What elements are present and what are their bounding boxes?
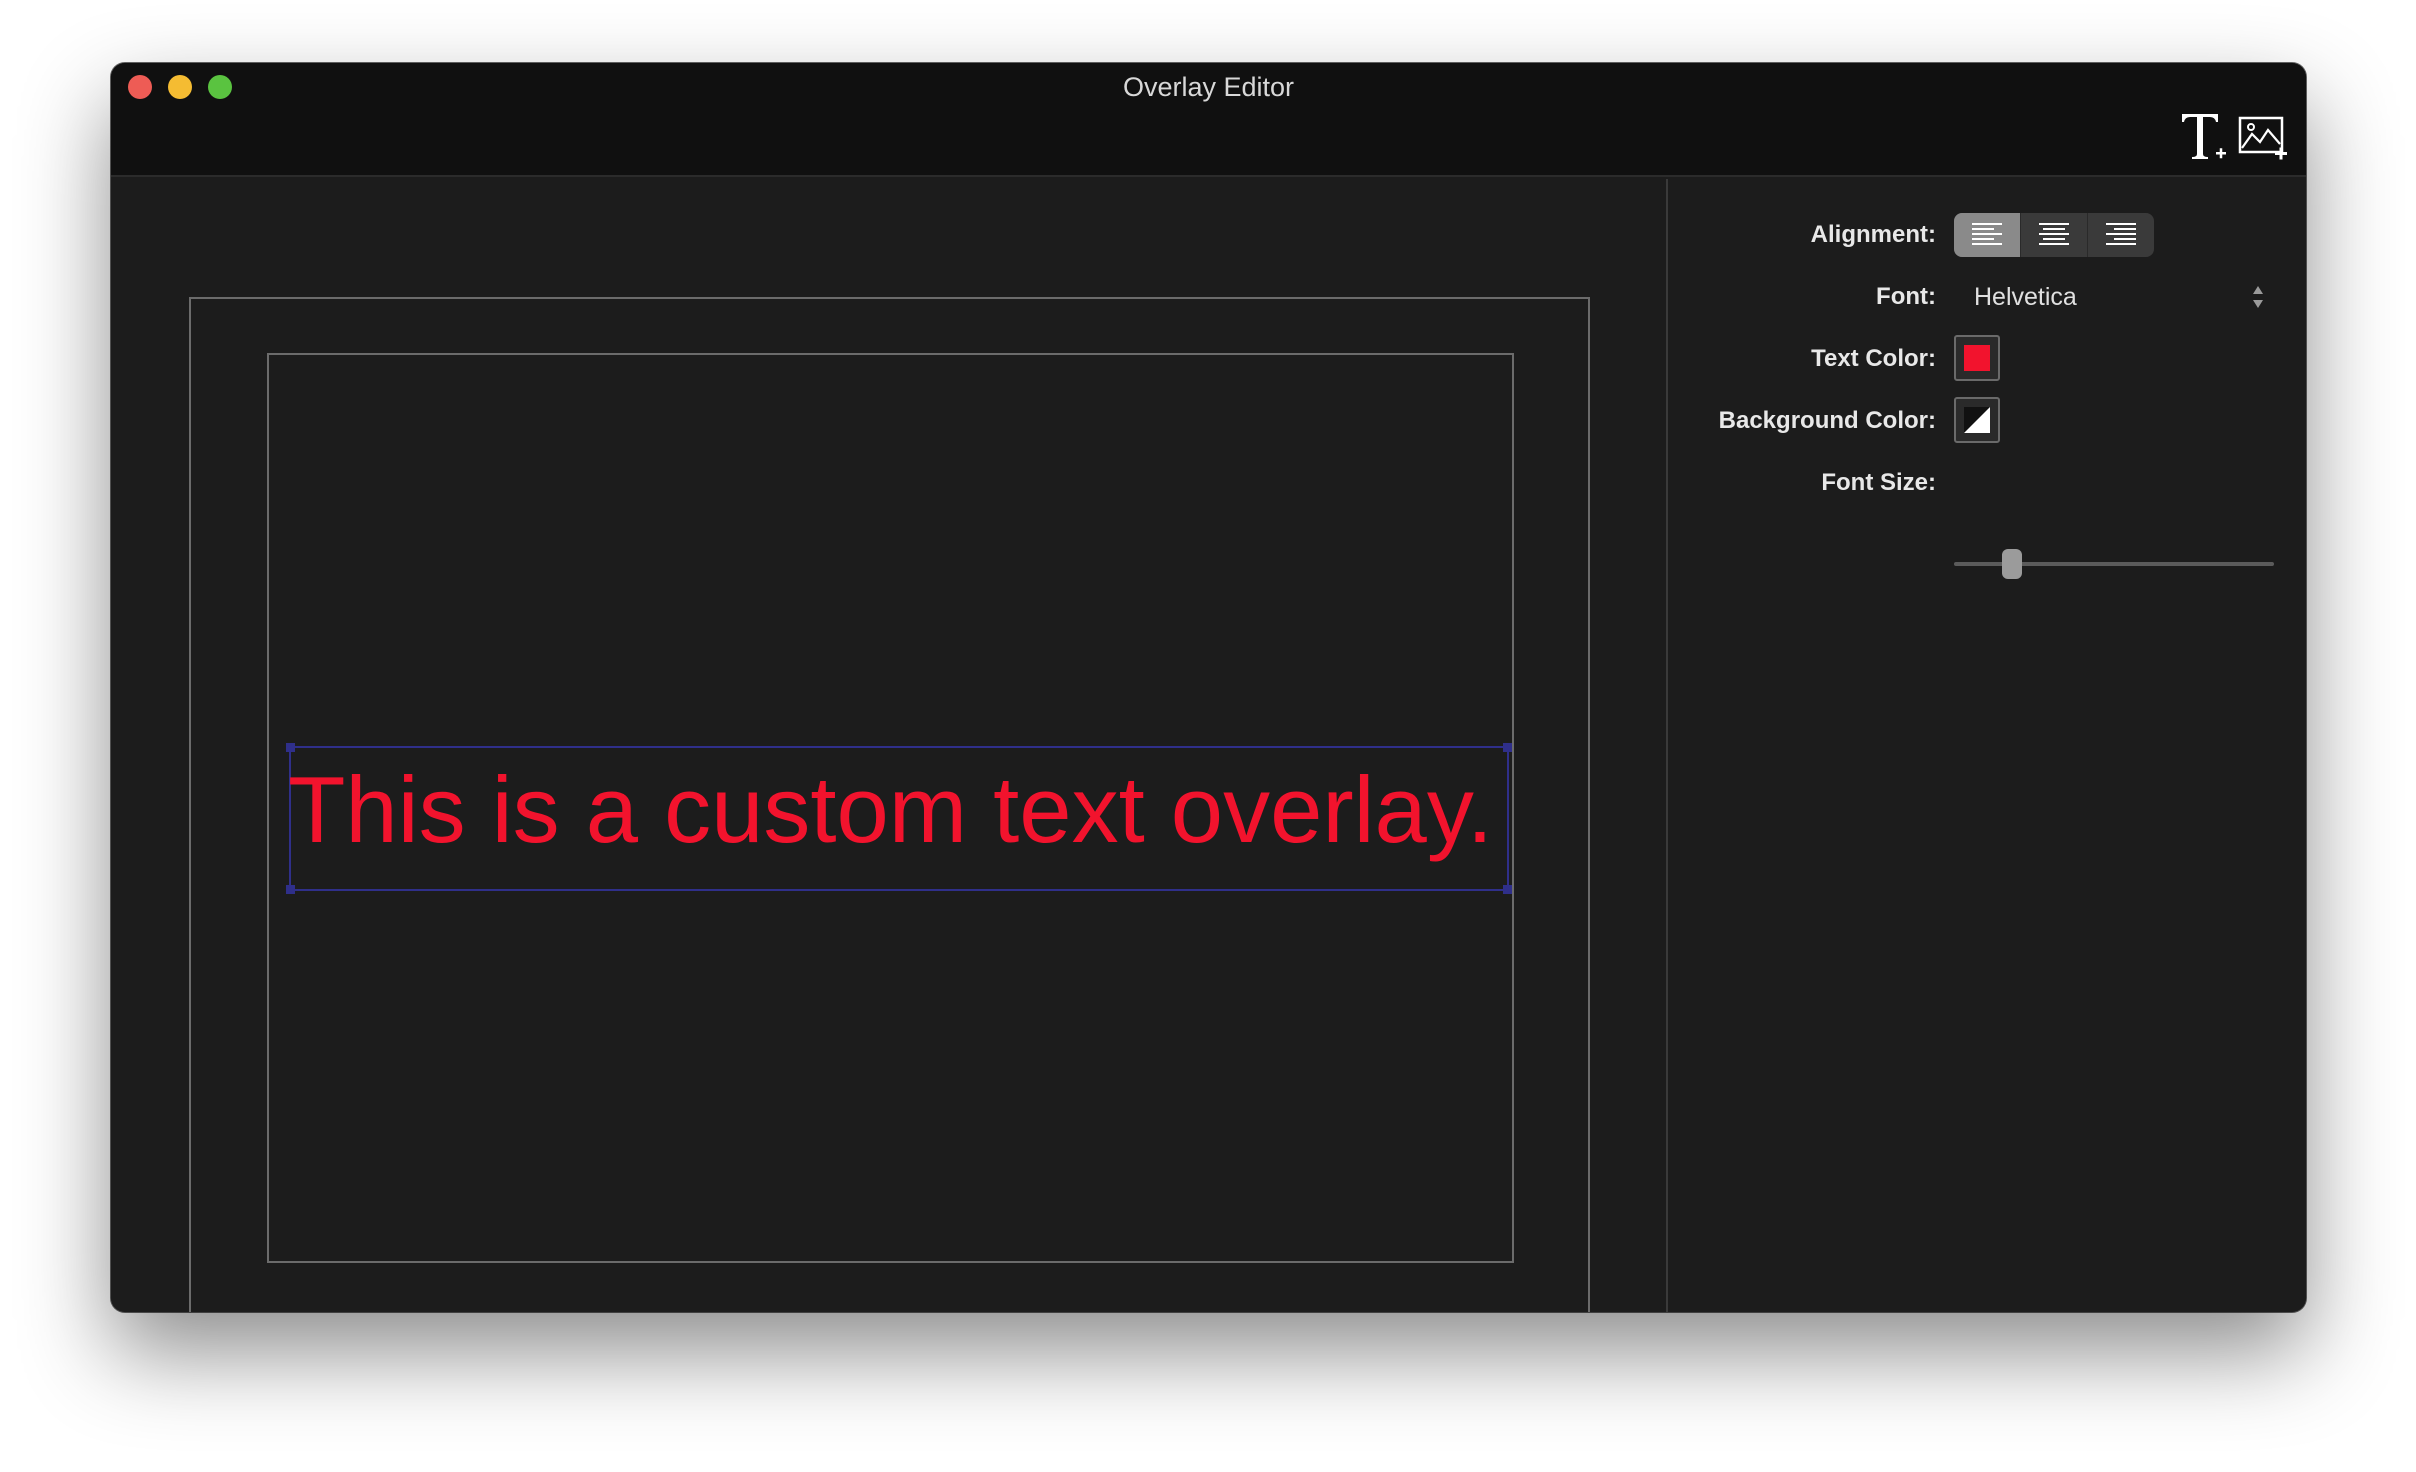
font-size-slider-knob[interactable] <box>2001 549 2022 579</box>
add-image-button[interactable] <box>2237 107 2289 165</box>
background-color-well[interactable] <box>1954 397 2000 443</box>
resize-handle-bottom-left[interactable] <box>286 885 295 894</box>
resize-handle-top-left[interactable] <box>286 743 295 752</box>
overlay-text[interactable]: This is a custom text overlay. <box>288 754 1493 866</box>
title-bar[interactable]: Overlay Editor <box>111 63 2306 177</box>
text-overlay-selection[interactable]: This is a custom text overlay. <box>286 743 1512 894</box>
text-plus-icon <box>2182 114 2226 159</box>
align-right-icon <box>2106 223 2136 245</box>
text-color-swatch <box>1964 345 1990 371</box>
font-size-label: Font Size: <box>1821 469 1936 496</box>
align-left-icon <box>1972 223 2002 245</box>
add-text-button[interactable] <box>2177 107 2229 165</box>
font-label: Font: <box>1876 283 1936 310</box>
popup-arrows-icon <box>2253 286 2263 308</box>
resize-handle-bottom-right[interactable] <box>1503 885 1512 894</box>
canvas-area[interactable]: This is a custom text overlay. <box>111 179 1666 1312</box>
align-center-segment[interactable] <box>2021 213 2088 257</box>
align-right-segment[interactable] <box>2088 213 2154 257</box>
no-color-icon <box>1964 407 1990 433</box>
text-color-label: Text Color: <box>1811 345 1936 372</box>
text-color-well[interactable] <box>1954 335 2000 381</box>
font-popup-button[interactable]: Helvetica <box>1954 277 2274 317</box>
inspector-panel: Alignment: Font: Helvetica Text Color: B… <box>1668 179 2306 1312</box>
alignment-label: Alignment: <box>1810 221 1936 248</box>
font-popup-value: Helvetica <box>1974 283 2077 311</box>
alignment-segmented-control[interactable] <box>1954 213 2154 257</box>
background-color-label: Background Color: <box>1718 407 1936 434</box>
align-center-icon <box>2039 223 2069 245</box>
font-size-slider[interactable] <box>1954 547 2274 581</box>
image-plus-icon <box>2238 116 2287 160</box>
window-title: Overlay Editor <box>1122 72 1295 102</box>
resize-handle-top-right[interactable] <box>1503 743 1512 752</box>
align-left-segment[interactable] <box>1954 213 2021 257</box>
app-window: Overlay Editor This is a custom text ove… <box>111 63 2306 1312</box>
